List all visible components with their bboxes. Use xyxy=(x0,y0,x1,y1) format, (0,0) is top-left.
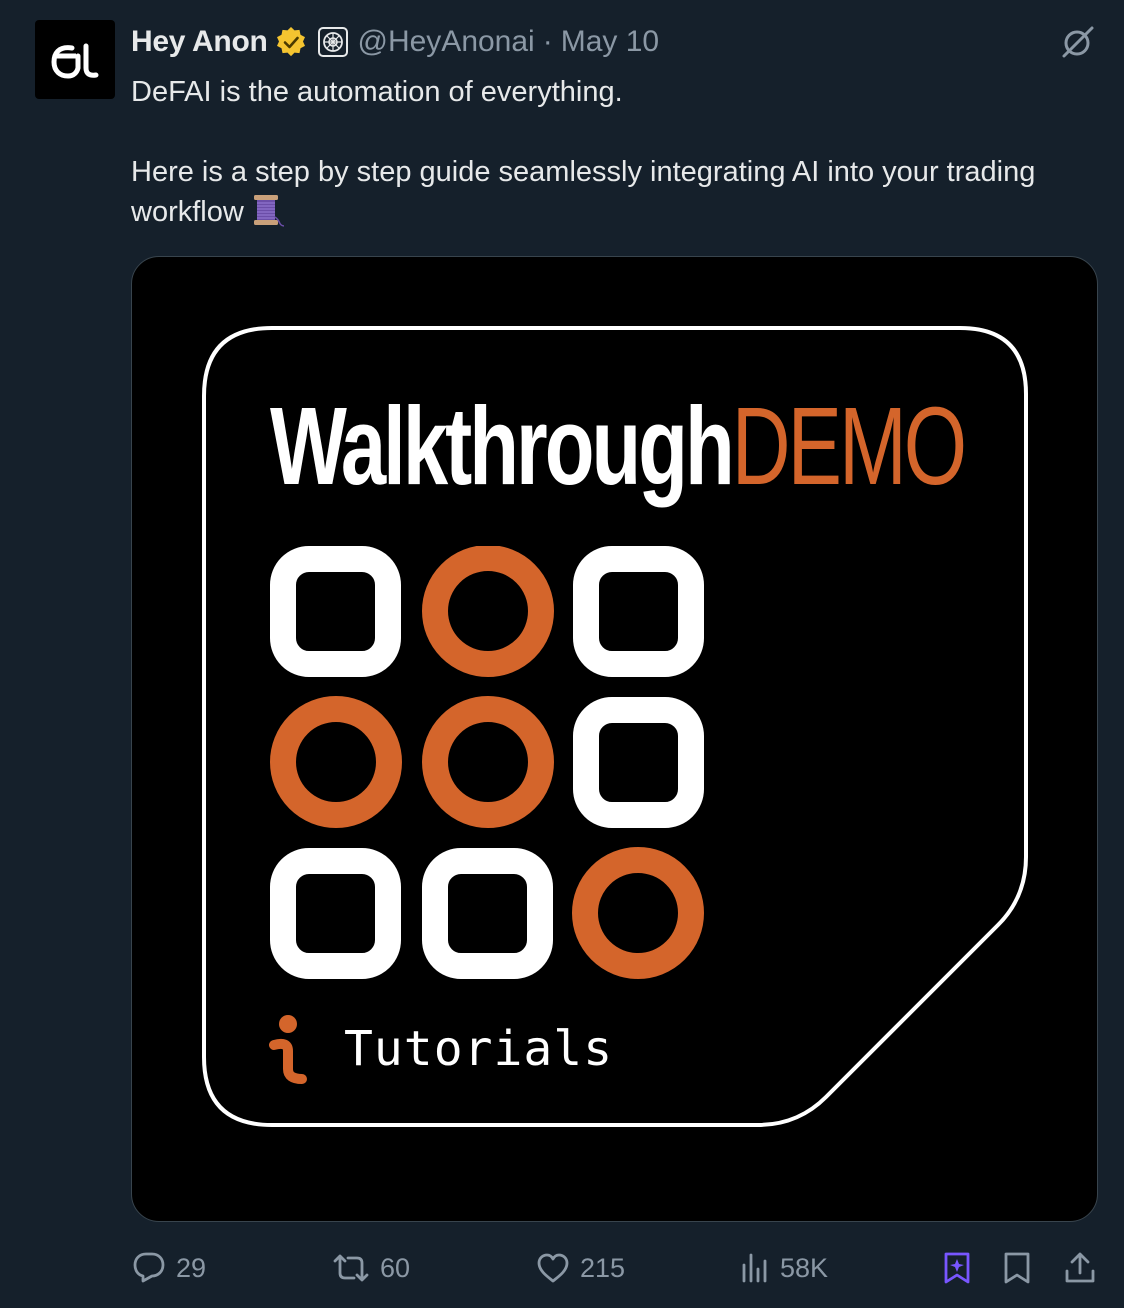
grok-bookmark-button[interactable] xyxy=(942,1250,972,1286)
reply-icon xyxy=(133,1252,165,1283)
bookmark-button[interactable] xyxy=(1002,1250,1032,1286)
like-button[interactable]: 215 xyxy=(536,1250,625,1286)
avatar[interactable] xyxy=(35,20,115,99)
separator-dot: · xyxy=(542,25,553,58)
ai-logo-icon xyxy=(51,43,99,79)
views-count: 58K xyxy=(780,1252,829,1283)
grid-circle-1-2 xyxy=(422,546,554,677)
repost-count: 60 xyxy=(380,1252,411,1283)
like-icon xyxy=(537,1253,569,1283)
grid-circle-2-2 xyxy=(422,696,554,828)
tweet-text-line1: DeFAI is the automation of everything. xyxy=(131,76,623,108)
like-count: 215 xyxy=(580,1252,626,1283)
info-icon xyxy=(269,1015,307,1084)
author-handle[interactable]: @HeyAnonai xyxy=(358,25,535,59)
media-title: WalkthroughDEMO xyxy=(270,385,967,508)
spool-of-thread-emoji-icon xyxy=(250,193,284,238)
bookmark-icon xyxy=(1004,1252,1030,1284)
grok-bookmark-icon xyxy=(944,1252,970,1284)
shape-grid xyxy=(270,546,704,979)
tweet-text-line2: Here is a step by step guide seamlessly … xyxy=(131,152,1101,238)
grid-square-1-3 xyxy=(573,546,704,677)
grid-square-3-2 xyxy=(422,848,553,979)
share-icon xyxy=(1065,1252,1095,1283)
grid-square-3-1 xyxy=(270,848,401,979)
verified-badge-icon[interactable] xyxy=(276,27,306,57)
media-subtitle: Tutorials xyxy=(344,1021,614,1077)
affiliate-badge-icon[interactable] xyxy=(317,27,348,57)
tweet-text: DeFAI is the automation of everything. H… xyxy=(131,72,1101,238)
share-button[interactable] xyxy=(1064,1250,1096,1286)
tweet-date[interactable]: May 10 xyxy=(561,25,659,59)
media-title-accent: DEMO xyxy=(731,385,967,508)
tweet-header: Hey Anon @HeyAnonai · May 10 xyxy=(131,22,659,62)
media-title-main: Walkthrough xyxy=(270,385,735,508)
grid-circle-2-1 xyxy=(270,696,402,828)
reply-count: 29 xyxy=(176,1252,207,1283)
grid-square-1-1 xyxy=(270,546,401,677)
views-button[interactable]: 58K xyxy=(740,1250,828,1286)
grid-square-2-3 xyxy=(573,697,704,828)
grok-icon[interactable] xyxy=(1058,22,1098,62)
action-bar: 29 60 215 58K xyxy=(0,1240,1124,1296)
author-name[interactable]: Hey Anon xyxy=(131,25,268,59)
grid-circle-3-3 xyxy=(572,847,704,979)
views-icon xyxy=(742,1253,767,1283)
repost-button[interactable]: 60 xyxy=(332,1250,410,1286)
reply-button[interactable]: 29 xyxy=(132,1250,206,1286)
media-image[interactable]: WalkthroughDEMO Tutorials xyxy=(131,256,1098,1222)
repost-icon xyxy=(333,1254,369,1282)
